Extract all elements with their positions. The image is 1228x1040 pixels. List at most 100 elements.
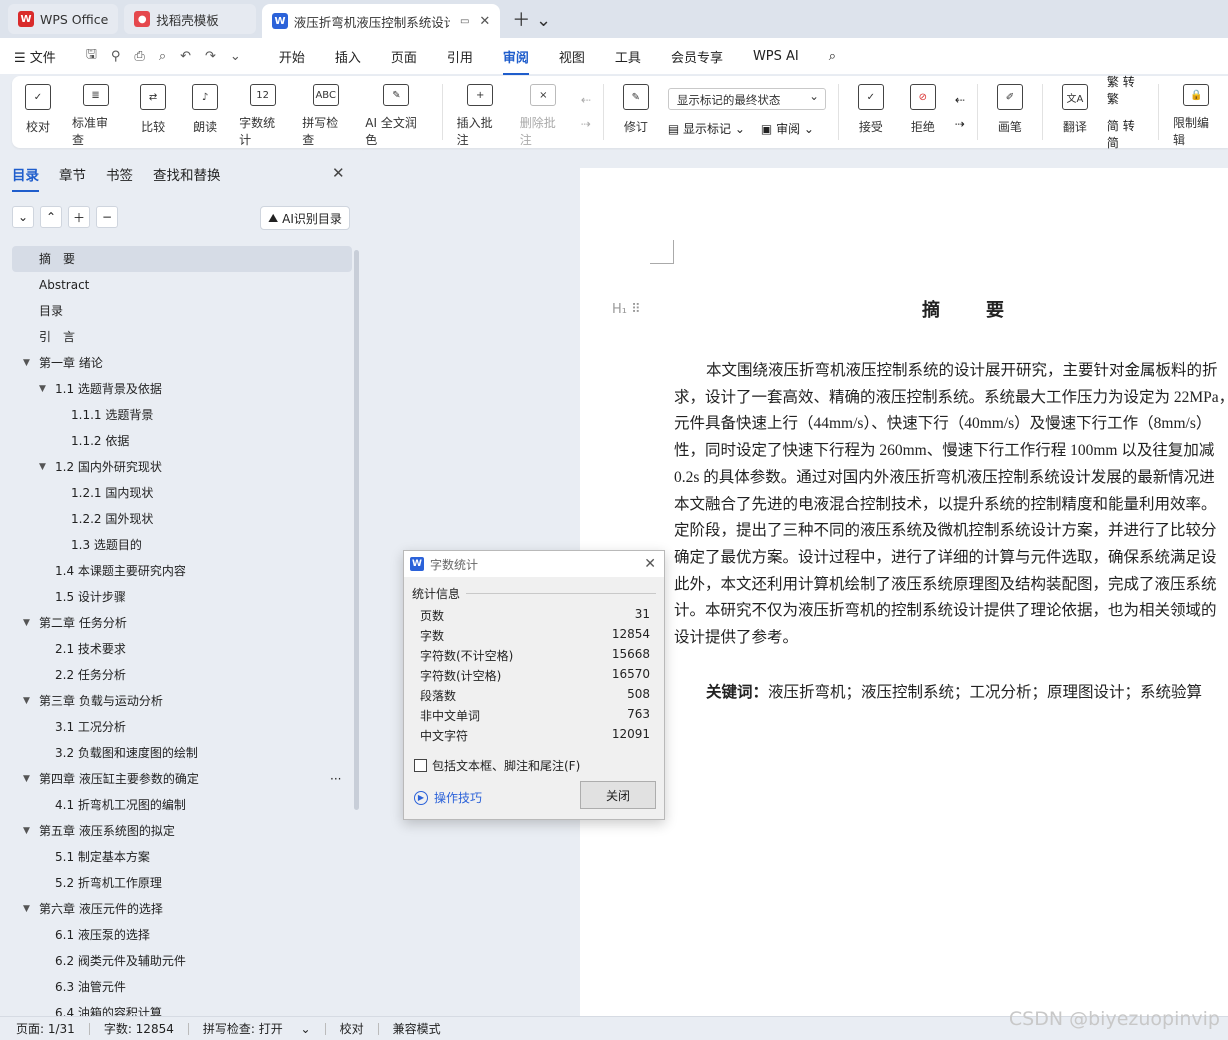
nav-tab-bookmarks[interactable]: 书签	[106, 164, 133, 184]
restrict-edit-button[interactable]: 🔒 限制编辑	[1173, 76, 1220, 148]
toc-item[interactable]: 2.2 任务分析	[12, 662, 352, 688]
link-icon[interactable]: ⚲	[111, 49, 121, 64]
standard-review-button[interactable]: ≣ 标准审查	[72, 76, 119, 148]
tips-link[interactable]: ▶ 操作技巧	[414, 789, 482, 806]
toc-item[interactable]: 1.2.1 国内现状	[12, 480, 352, 506]
menu-reference[interactable]: 引用	[447, 47, 473, 66]
pen-button[interactable]: ✐ 画笔	[992, 76, 1028, 148]
close-tab-icon[interactable]: ✕	[479, 14, 490, 29]
expand-arrow-icon[interactable]: ▼	[23, 610, 30, 636]
toc-item[interactable]: 1.5 设计步骤	[12, 584, 352, 610]
prev-comment-icon[interactable]: ⇠	[581, 93, 591, 107]
close-icon[interactable]: ✕	[644, 556, 656, 572]
menu-home[interactable]: 开始	[279, 47, 305, 66]
read-aloud-button[interactable]: ♪ 朗读	[187, 76, 223, 148]
to-traditional-button[interactable]: 繁 转繁	[1107, 73, 1146, 107]
toc-item[interactable]: 摘 要	[12, 246, 352, 272]
nav-tab-chapters[interactable]: 章节	[59, 164, 86, 184]
expand-arrow-icon[interactable]: ▼	[39, 454, 46, 480]
toc-item[interactable]: 5.1 制定基本方案	[12, 844, 352, 870]
toc-item[interactable]: 6.3 油管元件	[12, 974, 352, 1000]
expand-arrow-icon[interactable]: ▼	[23, 818, 30, 844]
toc-item[interactable]: 4.1 折弯机工况图的编制	[12, 792, 352, 818]
add-icon[interactable]: ＋	[68, 206, 90, 228]
markup-state-select[interactable]: 显示标记的最终状态	[667, 87, 826, 110]
prev-change-icon[interactable]: ⇠	[955, 93, 965, 107]
search-icon[interactable]: ⌕	[829, 49, 836, 64]
insert-comment-button[interactable]: + 插入批注	[457, 76, 504, 148]
undo-icon[interactable]: ↶	[180, 49, 191, 64]
proofread-indicator[interactable]: 校对	[340, 1020, 364, 1037]
toc-item[interactable]: 1.1.2 依据	[12, 428, 352, 454]
toc-item[interactable]: 目录	[12, 298, 352, 324]
word-count-indicator[interactable]: 字数: 12854	[104, 1020, 174, 1037]
toc-item[interactable]: 3.2 负载图和速度图的绘制	[12, 740, 352, 766]
toc-item[interactable]: 1.4 本课题主要研究内容	[12, 558, 352, 584]
toc-item[interactable]: ▼ 第六章 液压元件的选择	[12, 896, 352, 922]
checkbox-box[interactable]	[414, 759, 427, 772]
toc-item[interactable]: 1.2.2 国外现状	[12, 506, 352, 532]
toc-item[interactable]: ▼ 第一章 绪论	[12, 350, 352, 376]
spell-check-button[interactable]: ABC 拼写检查	[302, 76, 349, 148]
scrollbar[interactable]	[354, 250, 359, 810]
chevron-down-icon[interactable]: ⌄	[12, 206, 34, 228]
toc-item[interactable]: 5.2 折弯机工作原理	[12, 870, 352, 896]
toc-item[interactable]: ▼ 1.1 选题背景及依据	[12, 376, 352, 402]
close-icon[interactable]: ✕	[332, 164, 345, 182]
review-pane-button[interactable]: ▣ 审阅 ⌄	[761, 120, 814, 137]
nav-tab-toc[interactable]: 目录	[12, 164, 39, 192]
toc-item[interactable]: ▼ 第四章 液压缸主要参数的确定	[12, 766, 352, 792]
toc-item[interactable]: 1.1.1 选题背景	[12, 402, 352, 428]
toc-item[interactable]: Abstract	[12, 272, 352, 298]
menu-tools[interactable]: 工具	[615, 47, 641, 66]
toc-item[interactable]: ▼ 1.2 国内外研究现状	[12, 454, 352, 480]
more-icon[interactable]: ⌄	[230, 49, 241, 64]
new-tab-button[interactable]: ＋ ⌄	[512, 6, 551, 32]
file-menu[interactable]: ☰ 文件	[14, 47, 56, 66]
translate-button[interactable]: 文A 翻译	[1057, 76, 1093, 148]
toc-item[interactable]: ▼ 第二章 任务分析	[12, 610, 352, 636]
spell-check-indicator[interactable]: 拼写检查: 打开 ⌄	[203, 1020, 311, 1037]
tab-wps-office[interactable]: W WPS Office	[8, 4, 119, 34]
word-count-button[interactable]: 12 字数统计	[239, 76, 286, 148]
more-options-icon[interactable]: ···	[330, 772, 341, 786]
expand-arrow-icon[interactable]: ▼	[23, 350, 30, 376]
document-page[interactable]: H₁ ⠿ 摘 要 本文围绕液压折弯机液压控制系统的设计展开研究，主要针对金属板料…	[580, 168, 1228, 1018]
close-button[interactable]: 关闭	[580, 781, 656, 809]
menu-wps-ai[interactable]: WPS AI	[753, 49, 799, 64]
toc-item[interactable]: 6.2 阀类元件及辅助元件	[12, 948, 352, 974]
reject-button[interactable]: ⊘ 拒绝	[905, 76, 941, 148]
include-textbox-checkbox[interactable]: 包括文本框、脚注和尾注(F)	[414, 757, 580, 774]
toc-item[interactable]: 6.1 液压泵的选择	[12, 922, 352, 948]
redo-icon[interactable]: ↷	[205, 49, 216, 64]
menu-insert[interactable]: 插入	[335, 47, 361, 66]
accept-button[interactable]: ✓ 接受	[853, 76, 889, 148]
print-preview-icon[interactable]: ⌕	[159, 49, 166, 64]
toc-item[interactable]: 3.1 工况分析	[12, 714, 352, 740]
menu-member[interactable]: 会员专享	[671, 47, 723, 66]
monitor-icon[interactable]: ▭	[460, 16, 469, 27]
revise-button[interactable]: ✎ 修订	[618, 76, 654, 148]
toc-item[interactable]: ▼ 第三章 负载与运动分析	[12, 688, 352, 714]
menu-page[interactable]: 页面	[391, 47, 417, 66]
page-indicator[interactable]: 页面: 1/31	[16, 1020, 75, 1037]
expand-arrow-icon[interactable]: ▼	[23, 688, 30, 714]
expand-arrow-icon[interactable]: ▼	[23, 766, 30, 792]
toc-item[interactable]: ▼ 第五章 液压系统图的拟定	[12, 818, 352, 844]
proofread-button[interactable]: ✓ 校对	[20, 76, 56, 148]
compare-button[interactable]: ⇄ 比较	[135, 76, 171, 148]
minus-icon[interactable]: −	[96, 206, 118, 228]
print-icon[interactable]: ⎙	[134, 49, 144, 64]
menu-review[interactable]: 审阅	[502, 47, 529, 75]
ai-toc-button[interactable]: ⛰ AI识别目录	[260, 206, 350, 230]
toc-item[interactable]: 引 言	[12, 324, 352, 350]
expand-arrow-icon[interactable]: ▼	[23, 896, 30, 922]
show-markup-button[interactable]: ▤ 显示标记 ⌄	[668, 120, 745, 137]
save-icon[interactable]: 🖫	[86, 45, 97, 67]
to-simplified-button[interactable]: 简 转简	[1107, 117, 1146, 151]
tab-document[interactable]: W 液压折弯机液压控制系统设计 ▭ ✕	[262, 4, 501, 38]
chevron-up-icon[interactable]: ⌃	[40, 206, 62, 228]
toc-item[interactable]: 1.3 选题目的	[12, 532, 352, 558]
delete-comment-button[interactable]: × 删除批注	[520, 76, 567, 148]
next-comment-icon[interactable]: ⇢	[581, 117, 591, 131]
